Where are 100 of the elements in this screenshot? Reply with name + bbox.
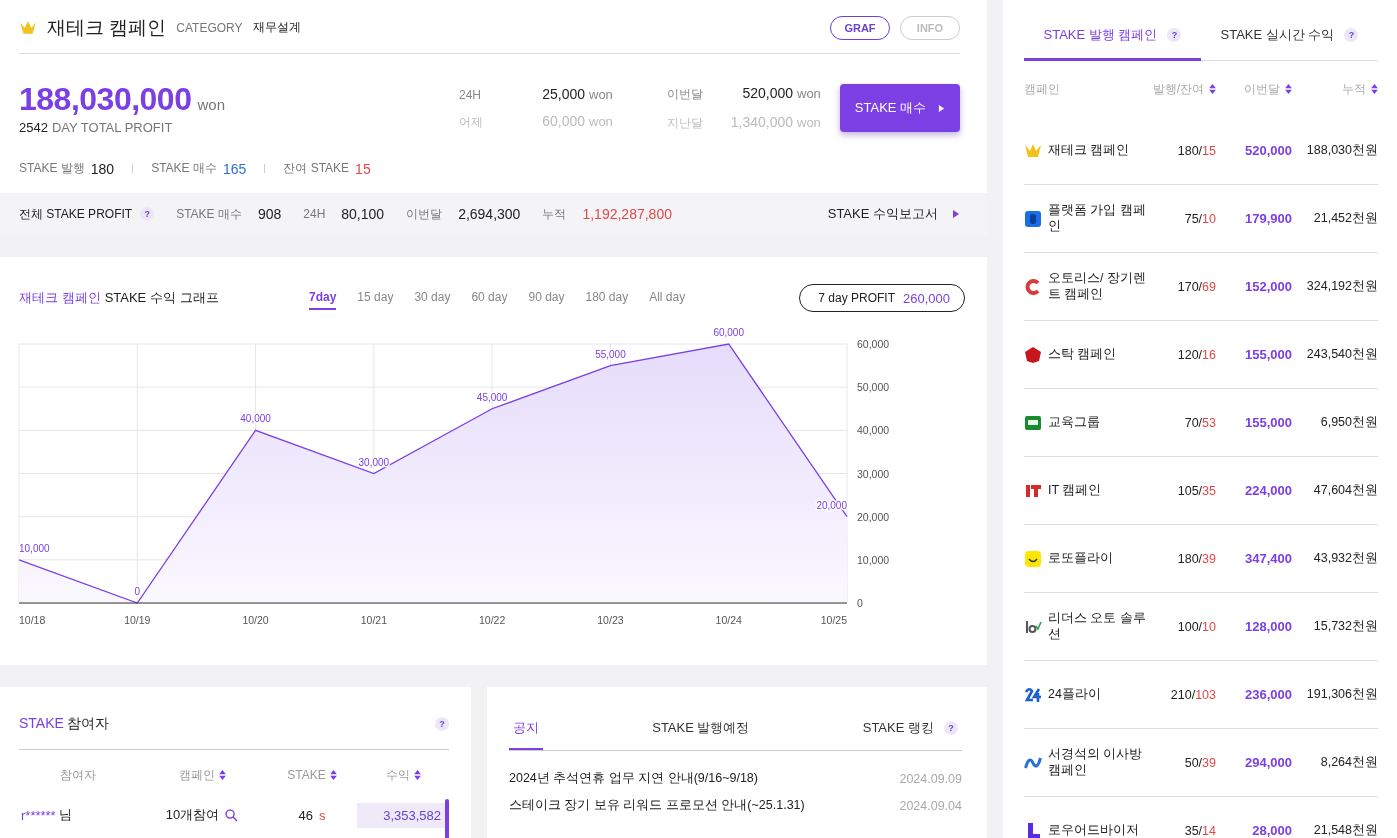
- stat-value: 25,000: [541, 85, 586, 102]
- campaign-name[interactable]: 24플라이: [1048, 686, 1101, 703]
- notice-link[interactable]: 스테이크 장기 보유 리워드 프로모션 안내(~25.1.31): [509, 797, 805, 814]
- range-tab[interactable]: 90 day: [528, 286, 565, 310]
- remaining-count: 35: [1202, 483, 1216, 498]
- campaign-name[interactable]: 서경석의 이사방 캠페인: [1048, 746, 1150, 779]
- stat-label: 24H: [459, 87, 482, 102]
- remaining-count: 14: [1202, 823, 1216, 838]
- remaining-count: 15: [1202, 143, 1216, 158]
- stake-count: 46: [298, 807, 313, 823]
- x-tick-label: 10/20: [242, 614, 269, 626]
- campaign-name[interactable]: IT 캠페인: [1048, 482, 1102, 499]
- campaign-name[interactable]: 플랫폼 가입 캠페인: [1048, 202, 1150, 235]
- campaign-name[interactable]: 로또플라이: [1048, 550, 1113, 567]
- data-label: 0: [134, 586, 141, 597]
- x-tick-label: 10/25: [820, 614, 847, 626]
- data-label: 60,000: [713, 327, 744, 338]
- issued-count: 170/: [1177, 279, 1203, 294]
- profit-pill-label: 7 day PROFIT: [818, 291, 895, 305]
- remaining-count: 10: [1202, 619, 1216, 634]
- data-label: 40,000: [240, 413, 271, 425]
- sort-icon: [329, 770, 337, 780]
- y-tick-label: 0: [857, 597, 863, 609]
- play-icon: [952, 210, 960, 218]
- campaign-name[interactable]: 교육그룹: [1048, 414, 1100, 431]
- campaign-name[interactable]: 로우어드바이저: [1048, 822, 1139, 838]
- data-label: 30,000: [358, 456, 390, 468]
- profit-label: STAKE 매수: [176, 205, 242, 223]
- remaining-count: 53: [1202, 415, 1216, 430]
- x-tick-label: 10/22: [479, 614, 506, 626]
- play-icon: [938, 104, 946, 112]
- currency-unit: won: [589, 113, 614, 129]
- range-tab[interactable]: All day: [649, 286, 686, 310]
- stake-unit: s: [319, 807, 326, 823]
- graph-campaign-name: 재테크 캠페인: [19, 289, 101, 307]
- participants-title-highlight: STAKE: [19, 715, 64, 733]
- range-tab[interactable]: 15 day: [357, 286, 394, 310]
- profit-value: 908: [257, 206, 282, 222]
- month-value: 128,000: [1244, 619, 1292, 634]
- issued-count: 180/: [1177, 551, 1203, 566]
- issued-count: 120/: [1177, 347, 1203, 362]
- participants-title: 참여자: [66, 715, 109, 733]
- day-count: 2542: [19, 120, 48, 135]
- category-value: 재무설계: [252, 19, 301, 36]
- participant-name[interactable]: r******: [21, 807, 56, 823]
- x-tick-label: 10/21: [360, 614, 387, 626]
- range-tab[interactable]: 180 day: [585, 286, 629, 310]
- notice-tab[interactable]: 공지: [509, 719, 543, 750]
- x-tick-label: 10/24: [715, 614, 742, 626]
- total-amount: 188,030,000: [19, 81, 192, 118]
- notice-link[interactable]: 2024년 추석연휴 업무 지연 안내(9/16~9/18): [509, 770, 758, 787]
- profit-label: 누적: [542, 205, 567, 223]
- stat-label: 어제: [459, 113, 484, 131]
- issued-count: 75/: [1184, 211, 1203, 226]
- range-tab[interactable]: 7day: [309, 286, 337, 310]
- campaign-count: 10개참여: [165, 806, 220, 824]
- sort-icon: [1209, 84, 1216, 94]
- panel-tab[interactable]: STAKE 실시간 수익 ?: [1201, 26, 1378, 61]
- total-value: 21,548천원: [1312, 822, 1378, 838]
- range-tab[interactable]: 60 day: [471, 286, 508, 310]
- graph-title: STAKE 수익 그래프: [104, 289, 219, 307]
- count-label: 잔여 STAKE: [283, 160, 350, 177]
- notice-date: 2024.09.09: [899, 771, 962, 786]
- issued-count: 50/: [1184, 755, 1203, 770]
- scrollbar-thumb[interactable]: [445, 799, 449, 838]
- help-icon[interactable]: ?: [140, 207, 155, 221]
- panel-tab[interactable]: STAKE 발행 캠페인 ?: [1024, 26, 1201, 61]
- profit-pill-value: 260,000: [903, 290, 950, 306]
- help-icon[interactable]: ?: [435, 717, 449, 731]
- count-value: 180: [90, 160, 115, 177]
- month-value: 155,000: [1244, 415, 1292, 430]
- count-label: STAKE 매수: [151, 160, 217, 177]
- campaign-name[interactable]: 스탁 캠페인: [1048, 346, 1117, 363]
- range-tab[interactable]: 30 day: [414, 286, 451, 310]
- sort-icon: [413, 770, 421, 780]
- month-value: 224,000: [1244, 483, 1292, 498]
- month-value: 294,000: [1244, 755, 1292, 770]
- profit-label: 24H: [303, 207, 326, 221]
- notice-tab[interactable]: STAKE 랭킹 ?: [858, 719, 962, 750]
- sort-icon: [1371, 84, 1378, 94]
- total-value: 43,932천원: [1312, 550, 1378, 567]
- y-tick-label: 10,000: [857, 553, 890, 566]
- count-value: 165: [222, 160, 247, 177]
- search-icon[interactable]: [225, 808, 239, 822]
- total-value: 243,540천원: [1305, 346, 1378, 363]
- x-tick-label: 10/19: [124, 614, 151, 626]
- buy-button[interactable]: STAKE 매수: [840, 84, 960, 132]
- view-toggle-button[interactable]: GRAF: [830, 15, 890, 40]
- campaign-title: 재테크 캠페인: [47, 15, 167, 40]
- total-value: 15,732천원: [1312, 618, 1378, 635]
- campaign-name[interactable]: 리더스 오토 솔루션: [1048, 610, 1150, 643]
- campaign-name[interactable]: 오토리스/ 장기렌트 캠페인: [1048, 270, 1150, 303]
- column-header[interactable]: 수익: [357, 750, 449, 800]
- notice-tab[interactable]: STAKE 발행예정: [648, 719, 754, 750]
- report-link[interactable]: STAKE 수익보고서: [827, 205, 938, 223]
- y-tick-label: 60,000: [857, 338, 890, 350]
- issued-count: 100/: [1177, 619, 1203, 634]
- y-tick-label: 50,000: [857, 381, 890, 394]
- month-value: 28,000: [1251, 823, 1292, 838]
- campaign-name[interactable]: 재테크 캠페인: [1048, 142, 1130, 159]
